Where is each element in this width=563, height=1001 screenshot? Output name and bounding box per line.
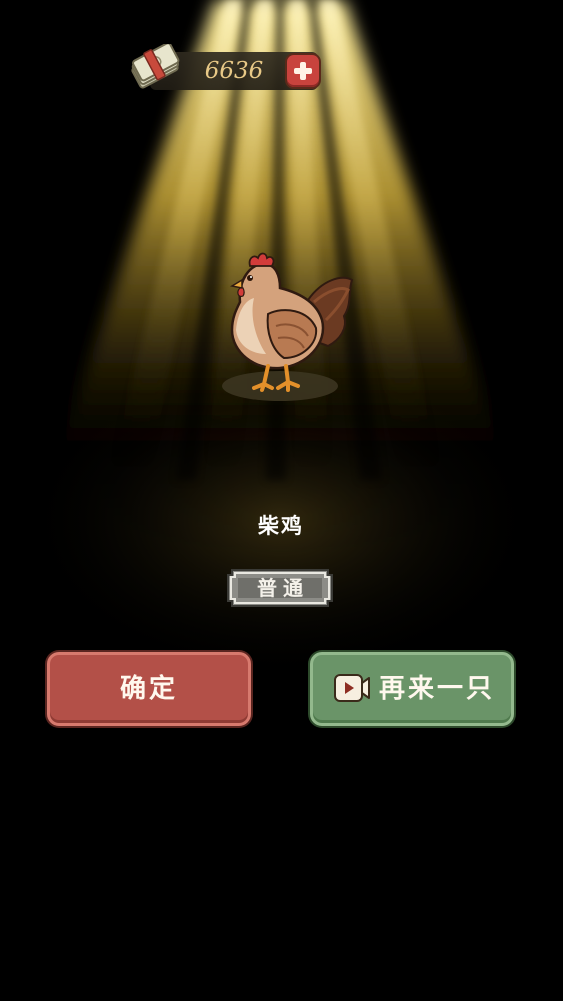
rarity-badge: 普通 — [224, 566, 336, 610]
confirm-button-label: 确定 — [119, 674, 178, 704]
reward-screen: 6636 柴鸡 普通 确定 再来一只 — [0, 0, 563, 1001]
chicken-illustration — [222, 252, 354, 401]
get-another-button-label: 再来一只 — [379, 674, 496, 704]
animal-name: 柴鸡 — [258, 513, 304, 538]
rarity-label: 普通 — [257, 576, 309, 600]
money-stack-icon — [131, 44, 180, 89]
video-icon — [334, 674, 370, 702]
spotlight-beams — [0, 0, 563, 1001]
get-another-button[interactable]: 再来一只 — [310, 652, 514, 726]
confirm-button[interactable]: 确定 — [47, 652, 251, 726]
currency-amount: 6636 — [204, 58, 264, 84]
add-currency-button[interactable] — [287, 55, 319, 87]
